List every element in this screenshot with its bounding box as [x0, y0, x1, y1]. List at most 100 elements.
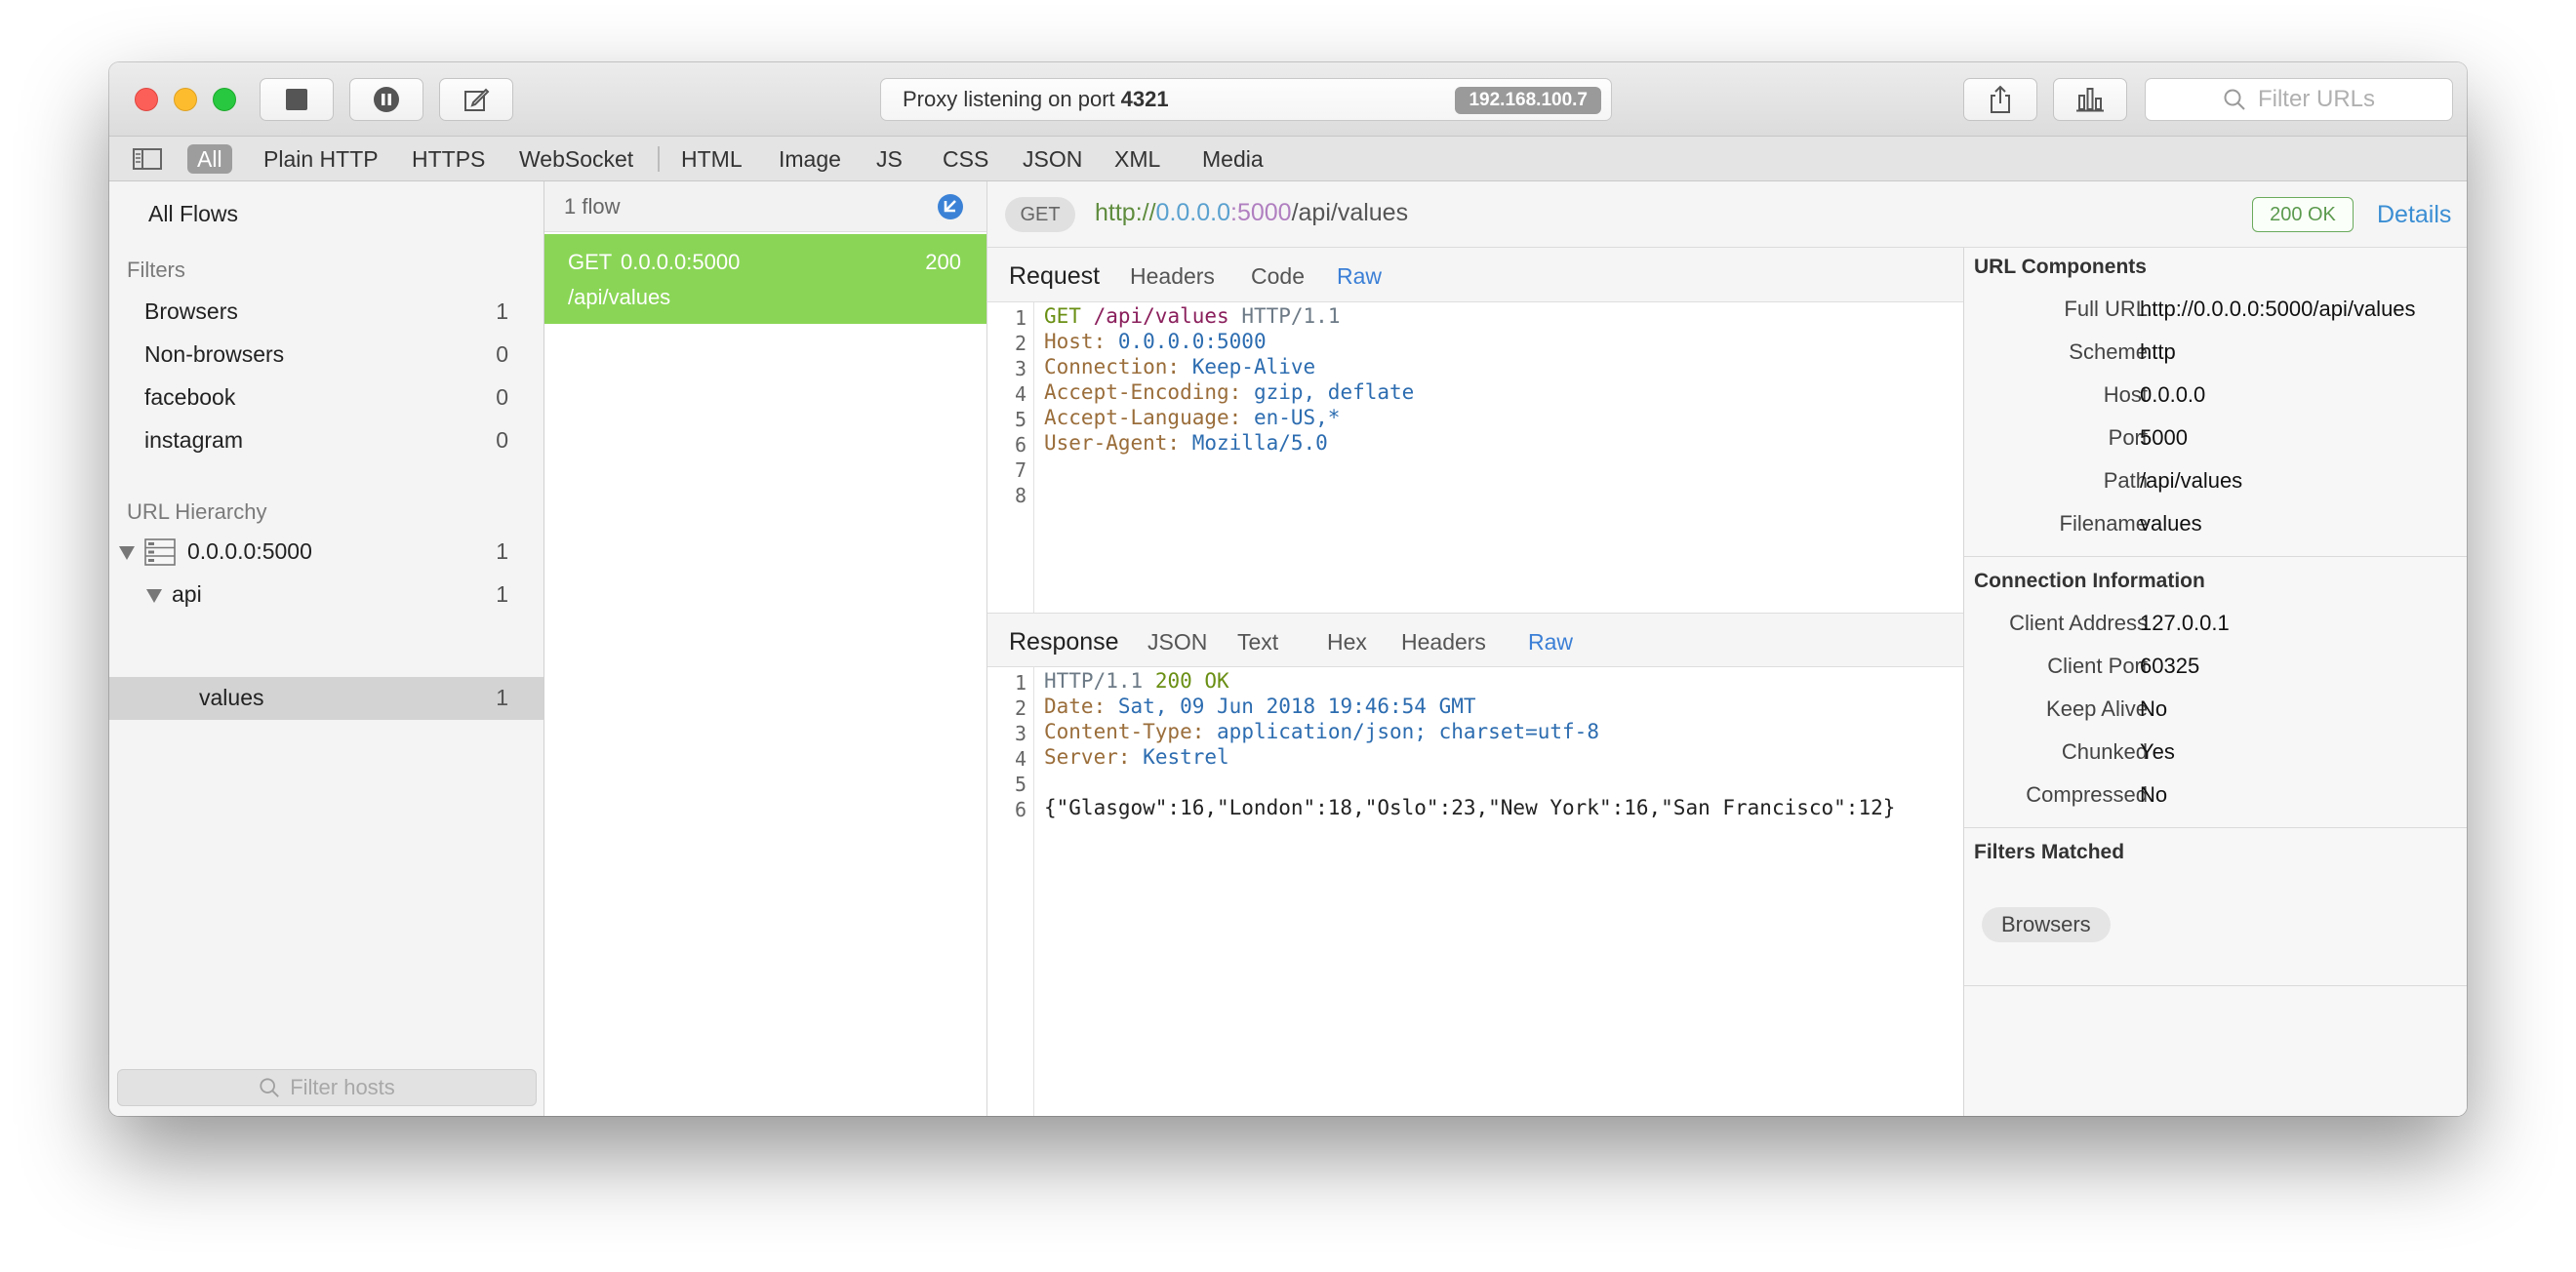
- url-host: 0.0.0.0: [1155, 199, 1230, 226]
- header-value: gzip, deflate: [1253, 380, 1415, 404]
- hierarchy-item-host[interactable]: 0.0.0.0:5000: [187, 538, 312, 565]
- flows-list: 1 flow GET 0.0.0.0:5000 200 /api/values: [544, 181, 987, 1116]
- sidebar: All Flows Filters Browsers 1 Non-browser…: [109, 181, 544, 1116]
- filter-item-browsers[interactable]: Browsers: [144, 298, 238, 325]
- filter-tab-plain-http[interactable]: Plain HTTP: [254, 144, 388, 174]
- connection-info-heading: Connection Information: [1974, 570, 2205, 592]
- hierarchy-count: 1: [496, 685, 508, 710]
- client-port-value: 60325: [2140, 654, 2200, 678]
- header-value: Mozilla/5.0: [1191, 431, 1328, 455]
- flow-status: 200: [925, 250, 961, 274]
- filter-tab-media[interactable]: Media: [1192, 144, 1273, 174]
- filter-tab-xml[interactable]: XML: [1105, 144, 1170, 174]
- title-bar: Proxy listening on port 4321 192.168.100…: [109, 62, 2467, 137]
- filter-tab-all[interactable]: All: [187, 144, 232, 174]
- flows-header: 1 flow: [544, 181, 986, 232]
- window-zoom-button[interactable]: [213, 88, 236, 111]
- request-path: /api/values: [1093, 304, 1229, 328]
- header-line: Accept-Language: en-US,*: [1044, 406, 1340, 429]
- filter-chip-browsers[interactable]: Browsers: [1982, 907, 2111, 942]
- hierarchy-count: 1: [496, 538, 508, 564]
- filter-separator: [658, 146, 660, 172]
- share-button[interactable]: [1963, 78, 2037, 121]
- port-value: 5000: [2140, 425, 2188, 450]
- flow-detail: GET http://0.0.0.0:5000/api/values 200 O…: [987, 181, 2467, 1116]
- stop-button[interactable]: [260, 78, 334, 121]
- compose-icon: [464, 88, 490, 111]
- server-icon: [144, 538, 176, 566]
- response-tab-headers[interactable]: Headers: [1401, 629, 1486, 656]
- flow-path: /api/values: [568, 285, 671, 309]
- filter-urls-placeholder: Filter URLs: [2257, 86, 2375, 112]
- bar-chart-icon: [2076, 88, 2104, 112]
- filter-tab-css[interactable]: CSS: [933, 144, 998, 174]
- filter-tab-js[interactable]: JS: [866, 144, 912, 174]
- response-tabs: Response JSON Text Hex Headers Raw: [987, 613, 1963, 667]
- url-hierarchy-heading: URL Hierarchy: [127, 499, 267, 524]
- sidebar-all-flows[interactable]: All Flows: [148, 201, 238, 227]
- filter-tab-websocket[interactable]: WebSocket: [509, 144, 643, 174]
- filter-item-facebook[interactable]: facebook: [144, 384, 235, 411]
- header-key: Server:: [1044, 745, 1131, 769]
- filter-tab-https[interactable]: HTTPS: [402, 144, 495, 174]
- filter-tab-image[interactable]: Image: [769, 144, 851, 174]
- request-version: HTTP/1.1: [1241, 304, 1341, 328]
- window-close-button[interactable]: [135, 88, 158, 111]
- filter-bar: All Plain HTTP HTTPS WebSocket HTML Imag…: [109, 137, 2467, 181]
- status-line: HTTP/1.1 200 OK: [1044, 669, 1229, 693]
- filter-urls-input[interactable]: Filter URLs: [2145, 78, 2453, 121]
- header-line: User-Agent: Mozilla/5.0: [1044, 431, 1328, 455]
- stats-button[interactable]: [2053, 78, 2127, 121]
- url-components-heading: URL Components: [1974, 256, 2147, 278]
- hierarchy-item-values[interactable]: values 1: [109, 677, 543, 720]
- header-line: Host: 0.0.0.0:5000: [1044, 330, 1267, 353]
- line-number: 7: [1014, 458, 1026, 482]
- autoscroll-icon[interactable]: [937, 193, 964, 220]
- sidebar-toggle-icon[interactable]: [133, 148, 162, 170]
- request-method: GET: [1044, 304, 1081, 328]
- filter-hosts-input[interactable]: Filter hosts: [117, 1069, 537, 1106]
- proxy-port: 4321: [1120, 87, 1169, 111]
- line-number: 6: [1014, 433, 1026, 457]
- disclosure-triangle-icon[interactable]: [146, 589, 162, 603]
- proxy-status-text: Proxy listening on port: [903, 87, 1115, 111]
- header-value: 0.0.0.0:5000: [1117, 330, 1267, 353]
- response-tab-hex[interactable]: Hex: [1327, 629, 1367, 656]
- disclosure-triangle-icon[interactable]: [119, 546, 135, 560]
- request-tab-raw[interactable]: Raw: [1337, 263, 1382, 290]
- request-tab-code[interactable]: Code: [1251, 263, 1305, 290]
- request-raw-view[interactable]: 1 2 3 4 5 6 7 8 GET /api/values HTTP/1.1…: [987, 302, 1963, 613]
- response-raw-view[interactable]: 1 2 3 4 5 6 HTTP/1.1 200 OK Date: Sat, 0…: [987, 667, 1963, 1116]
- window-minimize-button[interactable]: [174, 88, 197, 111]
- line-number: 3: [1014, 357, 1026, 380]
- path-value: /api/values: [2140, 468, 2243, 493]
- request-tab-headers[interactable]: Headers: [1130, 263, 1215, 290]
- line-number: 1: [1014, 671, 1026, 695]
- share-icon: [1991, 85, 2010, 113]
- flow-method: GET: [568, 250, 613, 274]
- line-number: 4: [1014, 747, 1026, 771]
- response-tab-raw[interactable]: Raw: [1528, 629, 1573, 656]
- response-body: {"Glasgow":16,"London":18,"Oslo":23,"New…: [1044, 796, 1896, 819]
- filter-item-non-browsers[interactable]: Non-browsers: [144, 341, 284, 368]
- client-address-value: 127.0.0.1: [2140, 611, 2230, 635]
- header-line: Connection: Keep-Alive: [1044, 355, 1315, 378]
- info-label: Client Port: [2047, 654, 2148, 678]
- filter-tab-json[interactable]: JSON: [1013, 144, 1092, 174]
- info-separator: [1964, 827, 2467, 828]
- filter-tab-html[interactable]: HTML: [671, 144, 752, 174]
- response-tab-json[interactable]: JSON: [1147, 629, 1207, 656]
- details-link[interactable]: Details: [2377, 201, 2451, 229]
- full-url-value: http://0.0.0.0:5000/api/values: [2140, 297, 2416, 321]
- line-number: 5: [1014, 408, 1026, 431]
- compose-button[interactable]: [439, 78, 513, 121]
- info-label: Chunked: [2061, 739, 2148, 764]
- response-tab-text[interactable]: Text: [1237, 629, 1278, 656]
- filter-item-instagram[interactable]: instagram: [144, 427, 243, 454]
- hierarchy-item-api[interactable]: api: [172, 581, 202, 608]
- pause-button[interactable]: [349, 78, 423, 121]
- flow-row[interactable]: GET 0.0.0.0:5000 200 /api/values: [544, 234, 986, 324]
- search-icon: [260, 1078, 280, 1097]
- keep-alive-value: No: [2140, 696, 2168, 721]
- request-url[interactable]: http://0.0.0.0:5000/api/values: [1095, 199, 1408, 227]
